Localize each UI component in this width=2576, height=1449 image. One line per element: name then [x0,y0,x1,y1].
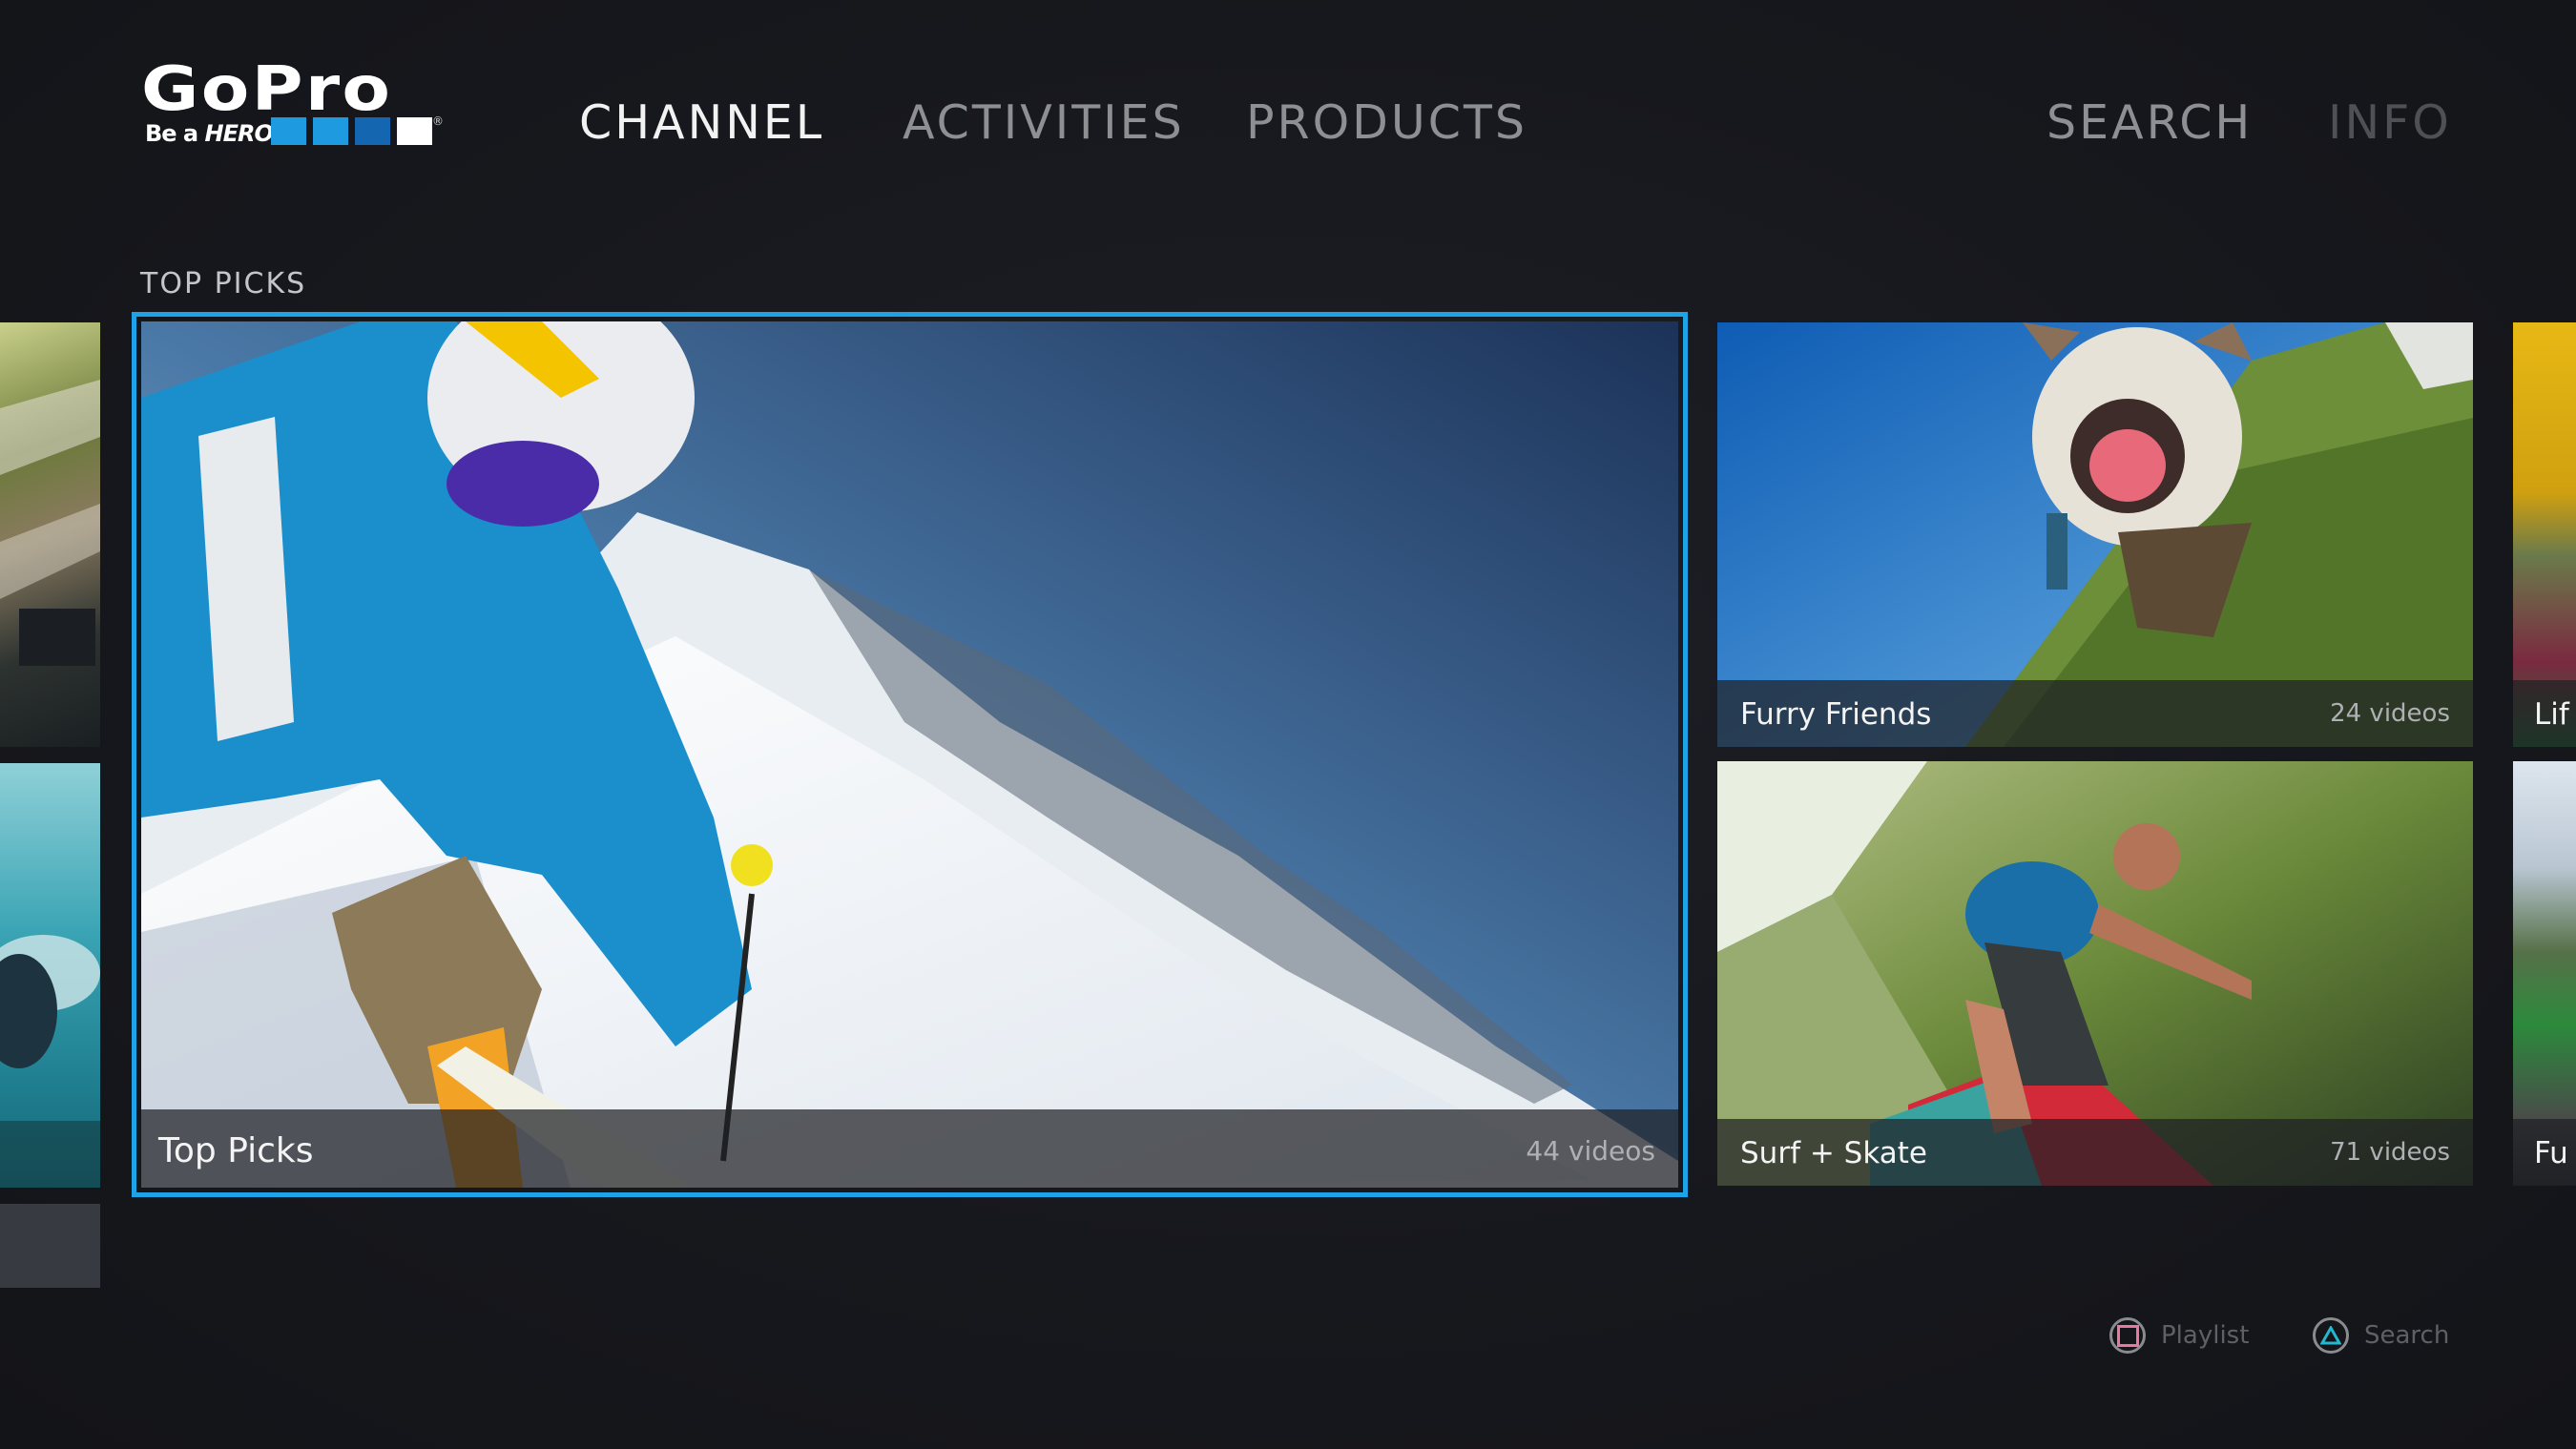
tile-title: Fu [2534,1136,2568,1170]
registered-mark: ® [432,114,444,128]
mountain-bike-photo [0,380,100,666]
tile-left-partial-bottom[interactable] [0,763,100,1188]
tile-surf-skate[interactable]: Surf + Skate 71 videos [1717,761,2473,1186]
hint-playlist[interactable]: Playlist [2109,1317,2249,1354]
logo-tagline: Be a HERO. [145,120,280,147]
nav-channel[interactable]: CHANNEL [579,99,824,146]
tile-title: Lif [2534,697,2569,732]
nav-products[interactable]: PRODUCTS [1246,99,1527,146]
tile-caption: Top Picks 44 videos [141,1109,1678,1188]
tile-caption: Lif [2513,680,2576,747]
tile-furry-friends[interactable]: Furry Friends 24 videos [1717,322,2473,747]
tile-left-partial-top[interactable] [0,322,100,747]
tile-title: Furry Friends [1740,697,1932,732]
tile-caption: Furry Friends 24 videos [1717,680,2473,747]
hint-search[interactable]: Search [2313,1317,2449,1354]
tile-video-count: 44 videos [1526,1135,1655,1167]
hint-label: Playlist [2161,1321,2250,1350]
logo-square-1 [271,117,306,145]
tile-caption: Fu [2513,1119,2576,1186]
hint-label: Search [2364,1321,2450,1350]
tile-video-count: 24 videos [2330,699,2450,728]
tile-left-placeholder [0,1204,100,1288]
nav-search[interactable]: SEARCH [2046,99,2253,146]
section-title: TOP PICKS [140,267,307,300]
logo-wordmark: GoPro [141,54,393,125]
gopro-logo: GoPro ® Be a HERO. [141,59,447,151]
tile-right-partial-top[interactable]: Lif [2513,322,2576,747]
nav-info[interactable]: INFO [2328,99,2452,146]
tile-title: Top Picks [158,1131,314,1170]
skier-photo [141,321,1678,1188]
nav-activities[interactable]: ACTIVITIES [903,99,1185,146]
tile-top-picks[interactable]: Top Picks 44 videos [141,321,1678,1188]
square-button-icon [2109,1317,2146,1354]
tile-caption: Surf + Skate 71 videos [1717,1119,2473,1186]
logo-square-2 [313,117,348,145]
tile-title: Surf + Skate [1740,1136,1927,1170]
triangle-button-icon [2313,1317,2349,1354]
tile-video-count: 71 videos [2330,1138,2450,1167]
logo-square-3 [355,117,390,145]
scuba-diver-photo [0,935,100,1188]
tile-right-partial-bottom[interactable]: Fu [2513,761,2576,1186]
logo-square-4 [397,117,432,145]
